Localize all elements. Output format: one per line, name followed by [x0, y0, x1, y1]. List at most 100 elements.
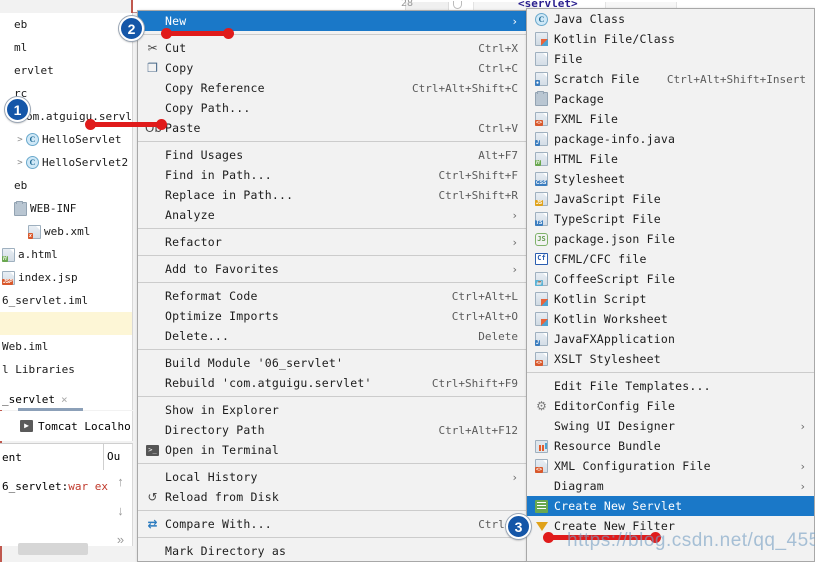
tree-item-file[interactable]: JSP index.jsp [0, 266, 132, 289]
tree-item-folder[interactable]: WEB-INF [0, 197, 132, 220]
tree-item-file[interactable]: x web.xml [0, 220, 132, 243]
submenu-item-resource-bundle[interactable]: Resource Bundle [527, 436, 814, 456]
submenu-item-xslt-stylesheet[interactable]: <> XSLT Stylesheet [527, 349, 814, 369]
node-icon: JS [533, 232, 550, 246]
tree-expander[interactable]: > [14, 158, 26, 168]
menu-item-add-to-favorites[interactable]: Add to Favorites › [138, 259, 526, 279]
submenu-item-package[interactable]: Package [527, 89, 814, 109]
tree-item-file[interactable]: H a.html [0, 243, 132, 266]
submenu-item-create-new-servlet[interactable]: Create New Servlet [527, 496, 814, 516]
menu-item-open-in-terminal[interactable]: >_ Open in Terminal [138, 440, 526, 460]
menu-item-label: JavaScript File [554, 192, 661, 206]
menu-item-reformat-code[interactable]: Reformat Code Ctrl+Alt+L [138, 286, 526, 306]
submenu-item-diagram[interactable]: Diagram › [527, 476, 814, 496]
tree-item[interactable]: eb [0, 174, 132, 197]
chevron-right-icon: › [799, 459, 806, 473]
close-icon[interactable]: × [61, 393, 68, 406]
chevron-right-icon: › [511, 14, 518, 28]
tree-item-file[interactable]: 6_servlet.iml [0, 289, 132, 312]
menu-item-shortcut: Alt+F7 [478, 148, 518, 162]
menu-separator [138, 141, 526, 142]
menu-item-copy-reference[interactable]: Copy Reference Ctrl+Alt+Shift+C [138, 78, 526, 98]
menu-separator [138, 510, 526, 511]
run-panel-toolbar[interactable]: ↑ ↓ » [108, 470, 133, 562]
submenu-item-stylesheet[interactable]: CSS Stylesheet [527, 169, 814, 189]
submenu-item-kotlin-worksheet[interactable]: Kotlin Worksheet [527, 309, 814, 329]
menu-item-delete[interactable]: Delete... Delete [138, 326, 526, 346]
submenu-item-java-class[interactable]: C Java Class [527, 9, 814, 29]
tree-item-highlighted[interactable] [0, 312, 132, 335]
menu-item-copy[interactable]: ❐ Copy Ctrl+C [138, 58, 526, 78]
submenu-item-package-json-file[interactable]: JS package.json File [527, 229, 814, 249]
submenu-item-coffeescript-file[interactable]: ☕ CoffeeScript File [527, 269, 814, 289]
context-menu[interactable]: New › ✂ Cut Ctrl+X ❐ Copy Ctrl+C Copy Reference C… [137, 10, 527, 562]
submenu-item-swing-ui-designer[interactable]: Swing UI Designer › [527, 416, 814, 436]
chevrons-icon[interactable]: » [117, 532, 124, 547]
submenu-item-editorconfig-file[interactable]: ⚙ EditorConfig File [527, 396, 814, 416]
submenu-item-file[interactable]: File [527, 49, 814, 69]
tree-item[interactable]: ervlet [0, 59, 132, 82]
menu-item-compare-with[interactable]: ⇄ Compare With... Ctrl+D [138, 514, 526, 534]
tree-item-libraries[interactable]: l Libraries [0, 358, 132, 381]
menu-item-label: XSLT Stylesheet [554, 352, 661, 366]
java-class-icon: C [26, 133, 39, 146]
tree-item-file[interactable]: Web.iml [0, 335, 132, 358]
menu-item-show-in-explorer[interactable]: Show in Explorer [138, 400, 526, 420]
submenu-item-html-file[interactable]: H HTML File [527, 149, 814, 169]
submenu-item-kotlin-file-class[interactable]: Kotlin File/Class [527, 29, 814, 49]
menu-item-mark-directory-as[interactable]: Mark Directory as [138, 541, 526, 561]
menu-item-optimize-imports[interactable]: Optimize Imports Ctrl+Alt+O [138, 306, 526, 326]
tree-item[interactable]: ml [0, 36, 132, 59]
menu-item-build-module-06-servlet[interactable]: Build Module '06_servlet' [138, 353, 526, 373]
menu-item-find-usages[interactable]: Find Usages Alt+F7 [138, 145, 526, 165]
run-configuration-row[interactable]: ▶ Tomcat Localho [0, 411, 133, 441]
tree-item-class[interactable]: > C HelloServlet2 [0, 151, 132, 174]
submenu-item-package-info-java[interactable]: Jpackage-info.java [527, 129, 814, 149]
menu-item-label: Edit File Templates... [554, 379, 711, 393]
new-submenu[interactable]: C Java Class Kotlin File/Class File ● Scratch… [526, 8, 815, 562]
submenu-item-javascript-file[interactable]: JS JavaScript File [527, 189, 814, 209]
menu-item-find-in-path[interactable]: Find in Path... Ctrl+Shift+F [138, 165, 526, 185]
menu-separator [527, 372, 814, 373]
submenu-item-typescript-file[interactable]: TS TypeScript File [527, 209, 814, 229]
menu-item-directory-path[interactable]: Directory Path Ctrl+Alt+F12 [138, 420, 526, 440]
chevron-right-icon: › [511, 235, 518, 249]
tree-item[interactable]: eb [0, 13, 132, 36]
tree-expander[interactable]: > [14, 135, 26, 145]
menu-item-paste[interactable]: Ὄb Paste Ctrl+V [138, 118, 526, 138]
menu-item-copy-path[interactable]: Copy Path... [138, 98, 526, 118]
tree-item-scratches[interactable]: es and Consoles [0, 381, 132, 388]
submenu-item-javafxapplication[interactable]: J JavaFXApplication [527, 329, 814, 349]
menu-item-replace-in-path[interactable]: Replace in Path... Ctrl+Shift+R [138, 185, 526, 205]
chevron-right-icon: › [799, 479, 806, 493]
menu-item-new[interactable]: New › [138, 11, 526, 31]
menu-item-local-history[interactable]: Local History › [138, 467, 526, 487]
tree-item-class[interactable]: > C HelloServlet [0, 128, 132, 151]
submenu-item-scratch-file[interactable]: ● Scratch File Ctrl+Alt+Shift+Insert [527, 69, 814, 89]
submenu-item-kotlin-script[interactable]: Kotlin Script [527, 289, 814, 309]
project-tree-panel[interactable]: eb ml ervlet rc om.atguigu.servl > C Hel… [0, 13, 133, 388]
menu-item-cut[interactable]: ✂ Cut Ctrl+X [138, 38, 526, 58]
horizontal-scrollbar[interactable] [18, 543, 88, 555]
up-arrow-icon[interactable]: ↑ [117, 474, 124, 489]
submenu-item-xml-configuration-file[interactable]: <> XML Configuration File › [527, 456, 814, 476]
menu-item-label: CoffeeScript File [554, 272, 676, 286]
tree-item-label: eb [14, 18, 28, 31]
menu-item-label: Delete... [165, 329, 230, 343]
menu-item-reload-from-disk[interactable]: ↺ Reload from Disk [138, 487, 526, 507]
coffeescript-icon: ☕ [533, 272, 550, 286]
run-tool-window-tabs[interactable]: _servlet × [0, 388, 133, 410]
menu-item-label: Mark Directory as [165, 544, 287, 558]
menu-item-label: CFML/CFC file [554, 252, 647, 266]
submenu-item-edit-file-templates[interactable]: Edit File Templates... [527, 376, 814, 396]
menu-item-label: Open in Terminal [165, 443, 279, 457]
menu-item-label: Resource Bundle [554, 439, 661, 453]
submenu-item-fxml-file[interactable]: <> FXML File [527, 109, 814, 129]
submenu-item-cfml-cfc-file[interactable]: Cf CFML/CFC file [527, 249, 814, 269]
java-file-icon: J [533, 332, 550, 346]
menu-item-rebuild-com-atguigu-servlet[interactable]: Rebuild 'com.atguigu.servlet' Ctrl+Shift+… [138, 373, 526, 393]
menu-item-refactor[interactable]: Refactor › [138, 232, 526, 252]
menu-item-label: FXML File [554, 112, 619, 126]
menu-item-analyze[interactable]: Analyze › [138, 205, 526, 225]
down-arrow-icon[interactable]: ↓ [117, 503, 124, 518]
